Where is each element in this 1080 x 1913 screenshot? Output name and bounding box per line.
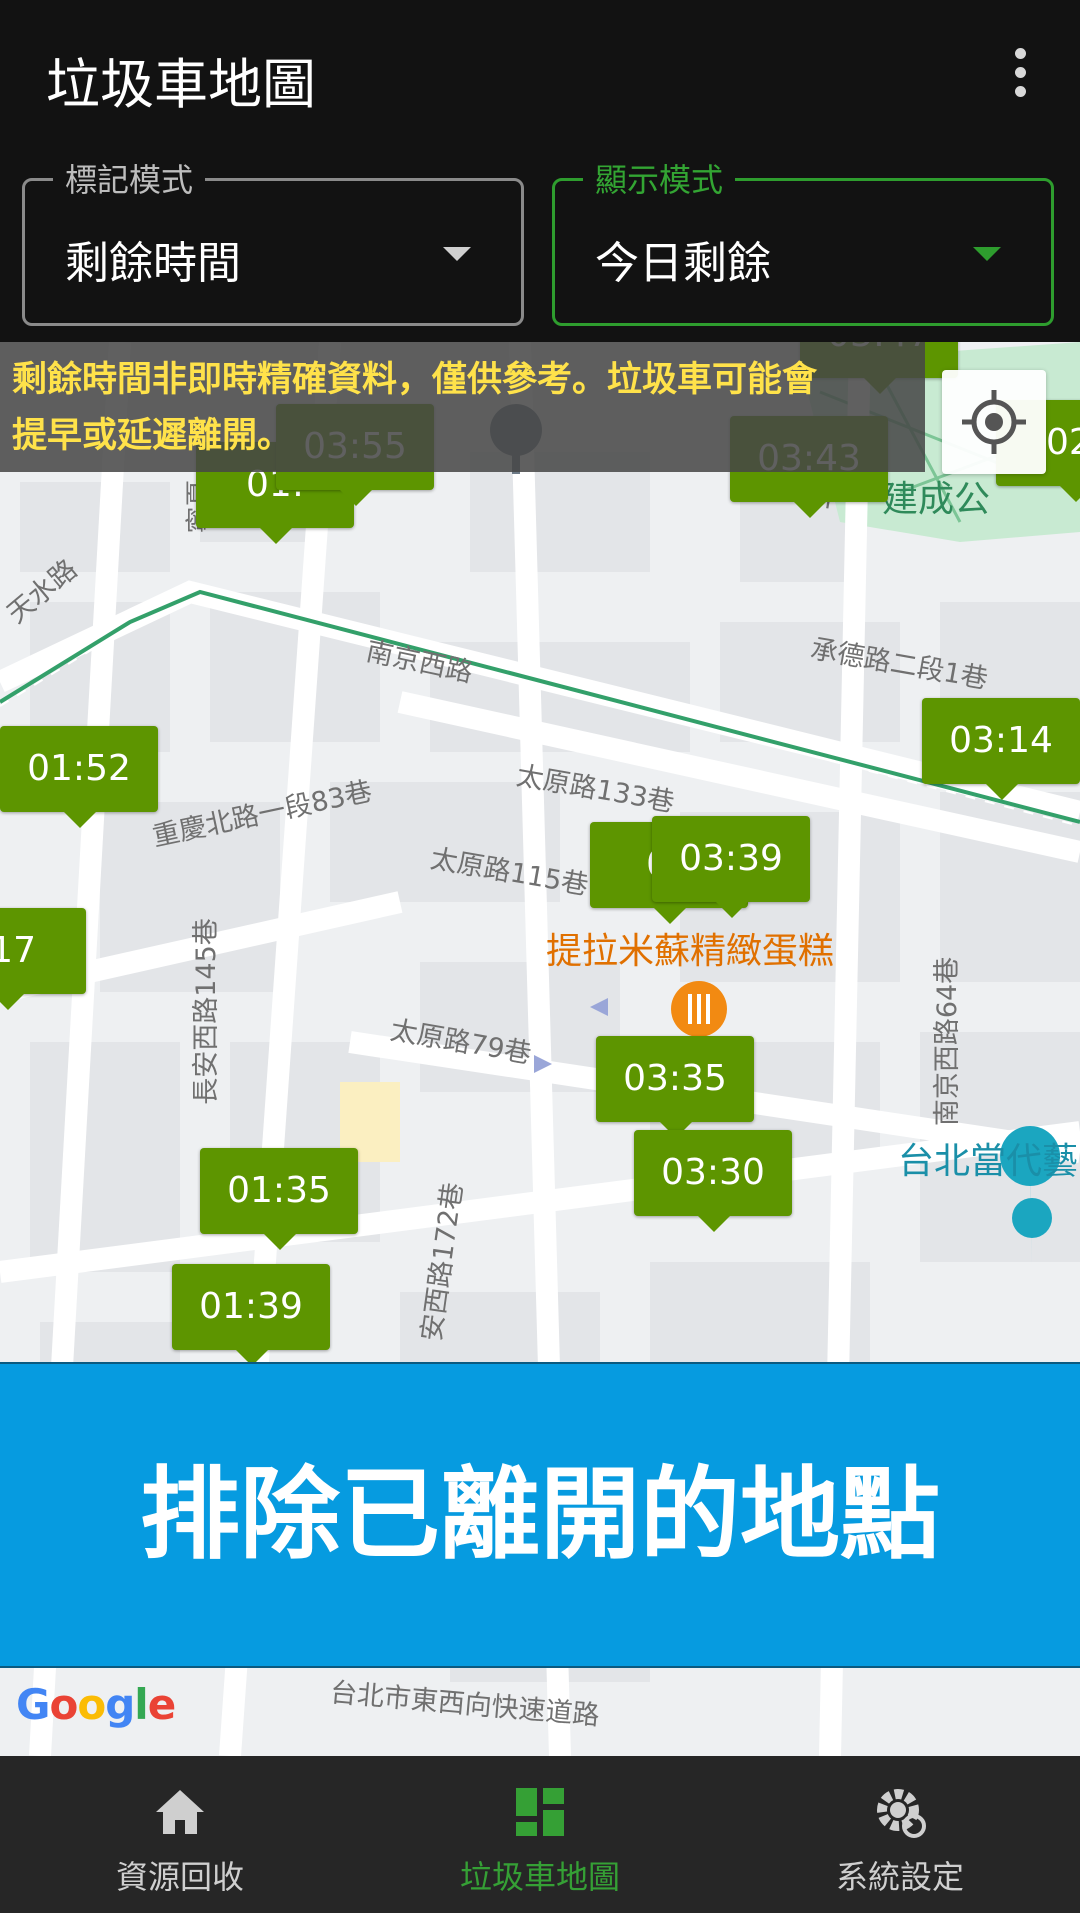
crosshair-icon xyxy=(962,390,1026,454)
nav-label: 資源回收 xyxy=(115,1858,244,1896)
nav-item-recycling[interactable]: 資源回收 xyxy=(0,1756,360,1913)
garbage-truck-marker[interactable]: 01:35 xyxy=(200,1148,358,1250)
nav-label: 系統設定 xyxy=(835,1858,964,1896)
garbage-truck-marker[interactable]: 01:39 xyxy=(172,1264,330,1366)
display-mode-label: 顯示模式 xyxy=(583,155,736,201)
garbage-truck-marker[interactable]: 03:14 xyxy=(922,698,1080,800)
street-label: 長安西路145巷 xyxy=(190,918,222,1105)
notice-line: 提早或延遲離開。 xyxy=(12,416,293,456)
home-icon xyxy=(156,1790,204,1834)
bottom-navigation: 資源回收 垃圾車地圖 系統設定 xyxy=(0,1756,1080,1913)
nav-label: 垃圾車地圖 xyxy=(459,1858,620,1896)
app-title: 垃圾車地圖 xyxy=(46,53,316,116)
exclude-departed-banner[interactable]: 排除已離開的地點 xyxy=(0,1362,1080,1668)
park-label: 建成公 xyxy=(882,479,991,520)
museum-label[interactable]: 台北當代藝 xyxy=(898,1132,1078,1184)
garbage-truck-marker[interactable]: 03:30 xyxy=(634,1130,792,1232)
disclaimer-notice: 剩餘時間非即時精確資料，僅供參考。垃圾車可能會 提早或延遲離開。 xyxy=(0,342,925,472)
overflow-menu-icon[interactable] xyxy=(1000,48,1040,104)
mark-mode-label: 標記模式 xyxy=(53,155,206,201)
display-mode-value: 今日剩餘 xyxy=(595,238,771,289)
mark-mode-dropdown[interactable]: 標記模式 剩餘時間 xyxy=(22,155,524,326)
garbage-truck-marker[interactable]: 03:35 xyxy=(596,1036,754,1138)
my-location-button[interactable] xyxy=(942,370,1046,474)
notice-line: 剩餘時間非即時精確資料，僅供參考。垃圾車可能會 xyxy=(12,360,818,400)
dropdown-arrow-icon xyxy=(443,247,471,261)
dropdown-arrow-icon xyxy=(973,247,1001,261)
street-label: 南京西路64巷 xyxy=(932,956,964,1127)
dashboard-icon xyxy=(516,1788,564,1836)
garbage-truck-marker[interactable]: 01:52 xyxy=(0,726,158,828)
garbage-truck-marker[interactable]: :17 xyxy=(0,908,86,1010)
garbage-truck-marker[interactable]: 03:39 xyxy=(652,816,810,918)
app-bar: 垃圾車地圖 xyxy=(0,0,1080,150)
poi-label[interactable]: 提拉米蘇精緻蛋糕 xyxy=(546,922,834,974)
display-mode-dropdown[interactable]: 顯示模式 今日剩餘 xyxy=(552,155,1054,326)
nav-item-map[interactable]: 垃圾車地圖 xyxy=(360,1756,720,1913)
nav-item-settings[interactable]: 系統設定 xyxy=(720,1756,1080,1913)
google-logo: Google xyxy=(16,1680,176,1729)
mark-mode-value: 剩餘時間 xyxy=(65,238,241,289)
settings-icon xyxy=(877,1789,926,1838)
